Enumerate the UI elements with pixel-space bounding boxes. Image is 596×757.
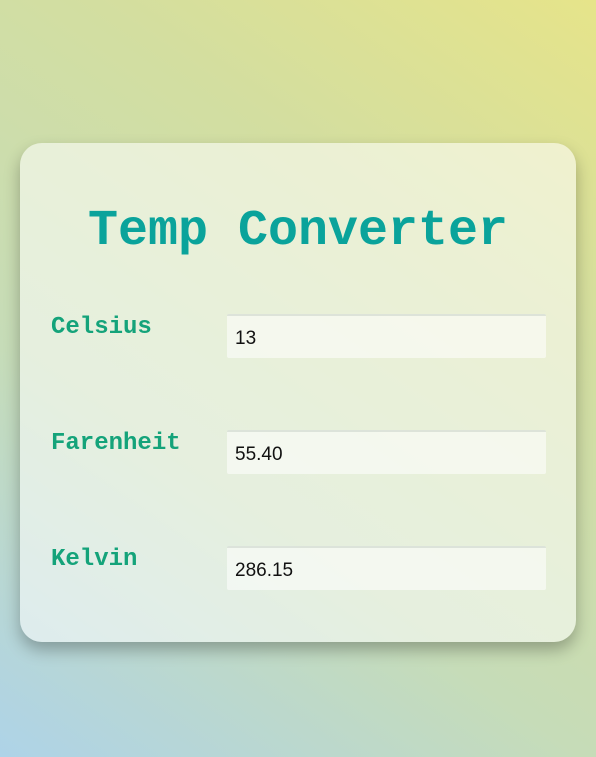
converter-card: Temp Converter Celsius Farenheit Kelvin xyxy=(20,143,576,642)
farenheit-row: Farenheit xyxy=(51,430,546,474)
farenheit-label: Farenheit xyxy=(51,430,181,457)
celsius-row: Celsius xyxy=(51,314,546,358)
kelvin-input[interactable] xyxy=(227,546,546,590)
kelvin-label: Kelvin xyxy=(51,546,138,573)
celsius-label: Celsius xyxy=(51,314,152,341)
farenheit-input[interactable] xyxy=(227,430,546,474)
kelvin-row: Kelvin xyxy=(51,546,546,590)
page-title: Temp Converter xyxy=(87,203,509,260)
celsius-input[interactable] xyxy=(227,314,546,358)
